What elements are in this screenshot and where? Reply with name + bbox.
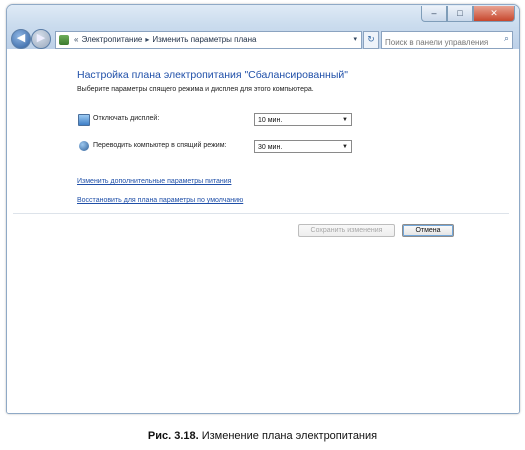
page-title: Настройка плана электропитания "Сбаланси… bbox=[77, 69, 348, 81]
breadcrumb-power-options[interactable]: Электропитание bbox=[81, 35, 142, 44]
caption-text: Изменение плана электропитания bbox=[198, 430, 378, 442]
address-dropdown-icon[interactable]: ▾ bbox=[353, 32, 357, 48]
maximize-button[interactable]: □ bbox=[447, 6, 473, 22]
turn-off-display-label: Отключать дисплей: bbox=[93, 115, 160, 122]
sleep-moon-icon bbox=[79, 141, 89, 151]
chevron-down-icon: ▼ bbox=[342, 117, 348, 123]
cancel-button[interactable]: Отмена bbox=[402, 224, 454, 237]
search-icon[interactable]: ⌕ bbox=[504, 33, 509, 44]
address-bar[interactable]: «Электропитание ▸ Изменить параметры плана… bbox=[55, 31, 362, 49]
sleep-select[interactable]: 30 мин. ▼ bbox=[254, 140, 352, 153]
breadcrumb-separator-icon: ▸ bbox=[145, 35, 150, 44]
address-overflow-chevron[interactable]: « bbox=[74, 35, 78, 44]
search-box[interactable]: ⌕ bbox=[381, 31, 513, 50]
monitor-icon bbox=[78, 114, 90, 126]
window-title-bar: – □ ✕ ◀ ▶ «Электропитание ▸ Изменить парам… bbox=[7, 5, 519, 50]
save-changes-button[interactable]: Сохранить изменения bbox=[298, 224, 395, 237]
divider bbox=[13, 213, 509, 214]
chevron-down-icon: ▼ bbox=[342, 144, 348, 150]
figure-caption: Рис. 3.18. Изменение плана электропитани… bbox=[0, 430, 525, 442]
advanced-settings-link[interactable]: Изменить дополнительные параметры питани… bbox=[77, 178, 231, 185]
refresh-button[interactable]: ↻ bbox=[363, 31, 379, 49]
control-panel-icon bbox=[59, 35, 69, 45]
page-description: Выберите параметры спящего режима и дисп… bbox=[77, 86, 314, 93]
control-panel-window: – □ ✕ ◀ ▶ «Электропитание ▸ Изменить парам… bbox=[6, 4, 520, 414]
turn-off-display-value: 10 мин. bbox=[258, 117, 283, 124]
main-content: Настройка плана электропитания "Сбаланси… bbox=[7, 49, 519, 413]
close-button[interactable]: ✕ bbox=[473, 6, 515, 22]
caption-number: Рис. 3.18. bbox=[147, 430, 199, 442]
back-button[interactable]: ◀ bbox=[11, 29, 31, 49]
forward-button[interactable]: ▶ bbox=[31, 29, 51, 49]
sleep-value: 30 мин. bbox=[258, 144, 283, 151]
minimize-button[interactable]: – bbox=[421, 6, 447, 22]
restore-defaults-link[interactable]: Восстановить для плана параметры по умол… bbox=[77, 197, 243, 204]
turn-off-display-select[interactable]: 10 мин. ▼ bbox=[254, 113, 352, 126]
window-controls: – □ ✕ bbox=[421, 6, 515, 22]
sleep-label: Переводить компьютер в спящий режим: bbox=[93, 142, 227, 149]
breadcrumb-edit-plan-settings[interactable]: Изменить параметры плана bbox=[152, 35, 256, 44]
search-input[interactable] bbox=[385, 35, 495, 50]
